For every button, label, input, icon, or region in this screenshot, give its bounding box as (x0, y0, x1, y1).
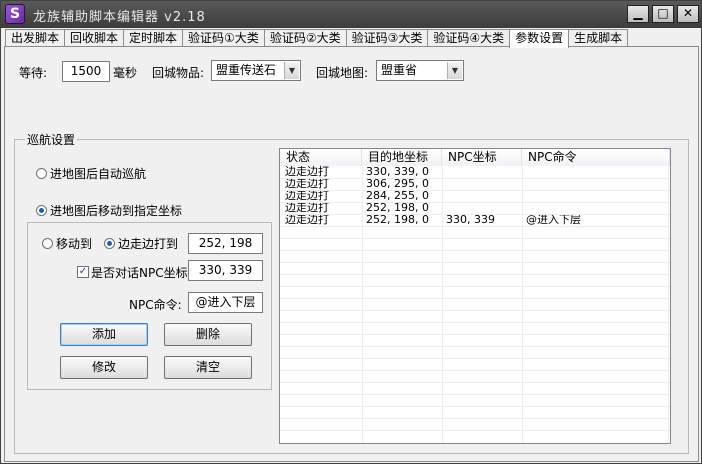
npc-dialog-checkbox[interactable]: ✓ (77, 266, 89, 278)
patrol-group-title: 巡航设置 (25, 131, 78, 148)
route-table[interactable]: 状态 目的地坐标 NPC坐标 NPC命令 边走边打 330, 339, 0 边走… (279, 148, 671, 444)
grid-line (280, 310, 670, 311)
return-item-value: 盟重传送石 (216, 63, 277, 77)
grid-line (280, 214, 670, 215)
grid-line (280, 238, 670, 239)
move-to-coord-label: 进地图后移动到指定坐标 (50, 204, 183, 218)
wait-unit-label: 毫秒 (113, 66, 138, 80)
tab-departure-script[interactable]: 出发脚本 (5, 29, 66, 47)
walk-fight-coord-input[interactable]: 252, 198 (188, 233, 263, 254)
tab-strip: 出发脚本 回收脚本 定时脚本 验证码①大类 验证码②大类 验证码③大类 验证码④… (5, 29, 629, 48)
grid-line (280, 298, 670, 299)
grid-line (280, 286, 670, 287)
grid-line (280, 226, 670, 227)
cell-npc-coord: 330, 339 (446, 213, 495, 226)
return-item-select[interactable]: 盟重传送石 ▼ (211, 60, 301, 81)
cell-npc-cmd: @进入下层 (526, 213, 581, 226)
grid-line (280, 370, 670, 371)
chevron-down-icon: ▼ (284, 62, 299, 79)
clear-button[interactable]: 清空 (164, 356, 252, 379)
cell-destination: 252, 198, 0 (366, 213, 429, 226)
return-map-select[interactable]: 盟重省 ▼ (376, 60, 464, 81)
tab-recycle-script[interactable]: 回收脚本 (64, 29, 125, 47)
grid-line (280, 334, 670, 335)
move-to-label: 移动到 (56, 237, 93, 251)
modify-button[interactable]: 修改 (60, 356, 148, 379)
npc-dialog-label: 是否对话NPC坐标 (91, 266, 188, 280)
move-to-radio[interactable] (42, 238, 53, 249)
settings-panel: 等待: 1500 毫秒 回城物品: 盟重传送石 ▼ 回城地图: 盟重省 ▼ 巡航… (4, 46, 699, 462)
close-button[interactable]: ✕ (677, 5, 699, 23)
tab-parameter-settings[interactable]: 参数设置 (509, 29, 570, 48)
column-header-status[interactable]: 状态 (280, 149, 362, 166)
delete-button[interactable]: 删除 (164, 323, 252, 346)
grid-line (280, 274, 670, 275)
window-title: 龙族辅助脚本编辑器 v2.18 (33, 10, 206, 25)
grid-line (280, 418, 670, 419)
column-header-destination[interactable]: 目的地坐标 (362, 149, 442, 166)
wait-input[interactable]: 1500 (62, 61, 110, 82)
column-header-npc-cmd[interactable]: NPC命令 (522, 149, 670, 166)
tab-captcha-1[interactable]: 验证码①大类 (182, 29, 265, 47)
walk-fight-radio[interactable] (104, 238, 115, 249)
grid-line (280, 358, 670, 359)
add-button[interactable]: 添加 (60, 323, 148, 346)
column-header-npc-coord[interactable]: NPC坐标 (442, 149, 522, 166)
tab-generate-script[interactable]: 生成脚本 (568, 29, 629, 47)
npc-cmd-label: NPC命令: (129, 298, 182, 312)
return-map-label: 回城地图: (316, 66, 369, 80)
tab-timer-script[interactable]: 定时脚本 (123, 29, 184, 47)
grid-line (280, 346, 670, 347)
grid-line (280, 178, 670, 179)
app-logo-icon: S (5, 4, 25, 24)
tab-captcha-4[interactable]: 验证码④大类 (427, 29, 511, 47)
grid-line (280, 202, 670, 203)
npc-cmd-input[interactable]: @进入下层 (188, 292, 263, 313)
grid-line (280, 262, 670, 263)
grid-line (280, 394, 670, 395)
return-map-value: 盟重省 (381, 63, 418, 77)
title-bar[interactable]: S 龙族辅助脚本编辑器 v2.18 ▁ □ ✕ (1, 1, 701, 28)
grid-line (280, 190, 670, 191)
tab-captcha-2[interactable]: 验证码②大类 (263, 29, 347, 47)
grid-line (280, 322, 670, 323)
wait-label: 等待: (19, 66, 48, 80)
grid-line (280, 430, 670, 431)
return-item-label: 回城物品: (152, 66, 205, 80)
grid-line (280, 382, 670, 383)
grid-line (280, 406, 670, 407)
app-window: S 龙族辅助脚本编辑器 v2.18 ▁ □ ✕ 出发脚本 回收脚本 定时脚本 验… (0, 0, 702, 464)
chevron-down-icon: ▼ (447, 62, 462, 79)
npc-coord-input[interactable]: 330, 339 (188, 260, 263, 281)
cell-status: 边走边打 (285, 213, 329, 226)
grid-line (280, 250, 670, 251)
table-header: 状态 目的地坐标 NPC坐标 NPC命令 (280, 149, 670, 166)
tab-captcha-3[interactable]: 验证码③大类 (345, 29, 429, 47)
minimize-button[interactable]: ▁ (627, 5, 649, 23)
maximize-button[interactable]: □ (652, 5, 674, 23)
move-to-coord-radio[interactable] (36, 205, 47, 216)
auto-patrol-label: 进地图后自动巡航 (50, 167, 147, 181)
walk-fight-label: 边走边打到 (118, 237, 179, 251)
auto-patrol-radio[interactable] (36, 168, 47, 179)
